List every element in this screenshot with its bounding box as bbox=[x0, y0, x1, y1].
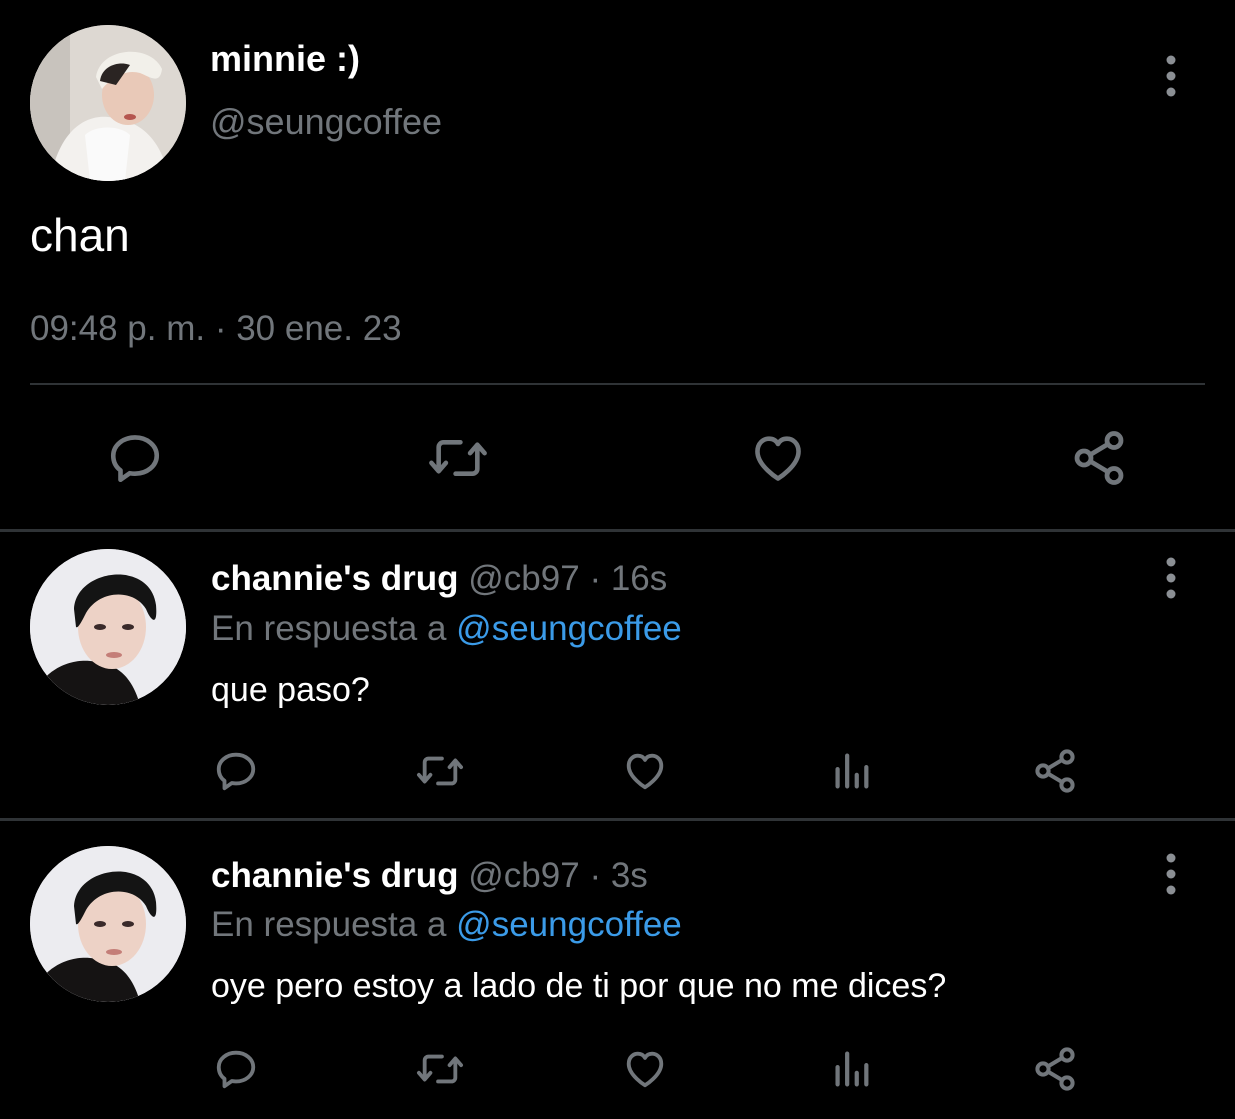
main-tweet-timestamp: 09:48 p. m. · 30 ene. 23 bbox=[30, 309, 402, 348]
reply-icon bbox=[110, 435, 160, 483]
share-icon bbox=[1035, 1047, 1075, 1091]
main-author-avatar[interactable] bbox=[30, 25, 186, 181]
reply-time: · 16s bbox=[589, 559, 668, 598]
reply-text: oye pero estoy a lado de ti por que no m… bbox=[211, 967, 947, 1005]
like-button[interactable] bbox=[619, 745, 671, 797]
reply-author-avatar[interactable] bbox=[30, 846, 186, 1002]
like-icon bbox=[755, 436, 801, 481]
share-button[interactable] bbox=[1029, 1043, 1081, 1095]
share-button[interactable] bbox=[1066, 425, 1132, 491]
retweet-button[interactable] bbox=[420, 425, 496, 491]
reply-text: que paso? bbox=[211, 671, 370, 709]
divider bbox=[30, 383, 1205, 385]
avatar-image bbox=[30, 25, 186, 181]
reply-prefix: En respuesta a bbox=[211, 905, 447, 944]
reply-author-handle[interactable]: @cb97 bbox=[468, 559, 579, 598]
main-tweet-text: chan bbox=[30, 209, 130, 261]
reply-icon bbox=[216, 1050, 256, 1089]
reply-button[interactable] bbox=[210, 745, 262, 797]
reply-to-link[interactable]: @seungcoffee bbox=[456, 905, 682, 944]
more-options-icon[interactable] bbox=[1159, 55, 1183, 97]
retweet-icon bbox=[416, 756, 463, 786]
views-button[interactable] bbox=[825, 745, 877, 797]
reply-author-name[interactable]: channie's drug bbox=[211, 856, 459, 895]
reply-button[interactable] bbox=[210, 1043, 262, 1095]
reply-context: En respuesta a @seungcoffee bbox=[211, 905, 682, 945]
like-icon bbox=[626, 753, 664, 790]
more-options-icon[interactable] bbox=[1159, 853, 1183, 895]
share-icon bbox=[1035, 749, 1075, 793]
reply-author-handle[interactable]: @cb97 bbox=[468, 856, 579, 895]
main-author-name[interactable]: minnie :) bbox=[210, 38, 360, 80]
analytics-icon bbox=[835, 753, 869, 789]
reply-prefix: En respuesta a bbox=[211, 609, 447, 648]
reply-button[interactable] bbox=[100, 425, 170, 491]
views-button[interactable] bbox=[825, 1043, 877, 1095]
reply-icon bbox=[216, 752, 256, 791]
retweet-icon bbox=[429, 439, 487, 477]
reply-to-link[interactable]: @seungcoffee bbox=[456, 609, 682, 648]
divider bbox=[0, 818, 1235, 821]
reply-author-name[interactable]: channie's drug bbox=[211, 559, 459, 598]
retweet-button[interactable] bbox=[411, 1043, 469, 1095]
reply-time: · 3s bbox=[589, 856, 648, 895]
share-icon bbox=[1074, 431, 1124, 485]
avatar-image bbox=[30, 549, 186, 705]
reply-header: channie's drug @cb97 · 3s bbox=[211, 856, 648, 896]
share-button[interactable] bbox=[1029, 745, 1081, 797]
reply-author-avatar[interactable] bbox=[30, 549, 186, 705]
retweet-icon bbox=[416, 1054, 463, 1084]
reply-header: channie's drug @cb97 · 16s bbox=[211, 559, 667, 599]
analytics-icon bbox=[835, 1051, 869, 1087]
avatar-image bbox=[30, 846, 186, 1002]
reply-context: En respuesta a @seungcoffee bbox=[211, 609, 682, 649]
retweet-button[interactable] bbox=[411, 745, 469, 797]
like-button[interactable] bbox=[742, 425, 814, 491]
main-author-handle[interactable]: @seungcoffee bbox=[210, 101, 442, 143]
divider bbox=[0, 529, 1235, 532]
like-icon bbox=[626, 1051, 664, 1088]
like-button[interactable] bbox=[619, 1043, 671, 1095]
more-options-icon[interactable] bbox=[1159, 557, 1183, 599]
